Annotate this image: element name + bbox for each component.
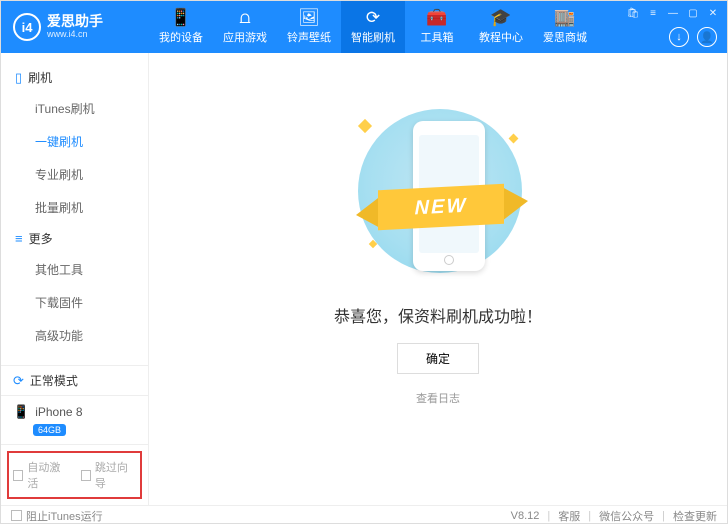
nav-label: 工具箱 (421, 29, 454, 45)
device-name-label: iPhone 8 (35, 405, 82, 419)
nav-label: 智能刷机 (351, 29, 395, 45)
nav-icon: ⟳ (366, 9, 380, 26)
nav-label: 爱思商城 (543, 29, 587, 45)
success-message: 恭喜您，保资料刷机成功啦！ (334, 303, 542, 327)
sidebar-item[interactable]: 批量刷机 (1, 191, 148, 224)
wechat-link[interactable]: 微信公众号 (599, 508, 654, 524)
sidebar-item[interactable]: 下载固件 (1, 286, 148, 319)
checkbox-label: 自动激活 (27, 459, 68, 491)
nav-icon: 🎓 (490, 9, 511, 26)
sidebar-item[interactable]: 专业刷机 (1, 158, 148, 191)
device-info[interactable]: 📱 iPhone 8 64GB (1, 396, 148, 445)
support-link[interactable]: 客服 (558, 508, 580, 524)
refresh-icon: ⟳ (13, 373, 24, 389)
nav-label: 我的设备 (159, 29, 203, 45)
sidebar-item[interactable]: 高级功能 (1, 319, 148, 352)
maximize-icon[interactable]: ▢ (687, 7, 699, 19)
skip-wizard-checkbox[interactable]: 跳过向导 (81, 459, 137, 491)
app-name: 爱思助手 (47, 14, 103, 29)
sidebar-item[interactable]: 一键刷机 (1, 125, 148, 158)
app-logo: i4 爱思助手 www.i4.cn (1, 13, 149, 41)
list-icon: ≡ (15, 231, 23, 246)
nav-label: 教程中心 (479, 29, 523, 45)
checkbox-label: 跳过向导 (95, 459, 136, 491)
mode-label: 正常模式 (30, 372, 78, 389)
sidebar-section-flash: ▯ 刷机 (1, 63, 148, 92)
menu-icon[interactable]: ≡ (647, 7, 659, 19)
sidebar-item[interactable]: iTunes刷机 (1, 92, 148, 125)
new-ribbon: NEW (354, 187, 534, 233)
sidebar-section-label: 刷机 (28, 69, 52, 86)
app-header: i4 爱思助手 www.i4.cn 📱 我的设备 ⩍ 应用游戏 🖼 铃声壁纸 ⟳ 智能刷机 🧰 工… (1, 1, 727, 53)
nav-icon: 📱 (170, 9, 191, 26)
main-nav: 📱 我的设备 ⩍ 应用游戏 🖼 铃声壁纸 ⟳ 智能刷机 🧰 工具箱 🎓 教程中心 🏬 爱思商城 (149, 1, 597, 53)
nav-item-1[interactable]: ⩍ 应用游戏 (213, 1, 277, 53)
phone-icon: ▯ (15, 70, 22, 86)
sidebar-item[interactable]: 其他工具 (1, 253, 148, 286)
nav-item-0[interactable]: 📱 我的设备 (149, 1, 213, 53)
nav-icon: 🧰 (426, 9, 447, 26)
status-bar: 阻止iTunes运行 V8.12 | 客服 | 微信公众号 | 检查更新 (1, 505, 727, 525)
app-body: ▯ 刷机 iTunes刷机一键刷机专业刷机批量刷机 ≡ 更多 其他工具下载固件高… (1, 53, 727, 505)
version-label: V8.12 (511, 510, 540, 522)
ok-button[interactable]: 确定 (397, 343, 479, 374)
nav-item-2[interactable]: 🖼 铃声壁纸 (277, 1, 341, 53)
ribbon-label: NEW (378, 184, 504, 231)
minimize-icon[interactable]: — (667, 7, 679, 19)
update-link[interactable]: 检查更新 (673, 508, 717, 524)
nav-label: 应用游戏 (223, 29, 267, 45)
sidebar-section-label: 更多 (29, 230, 53, 247)
checkbox-label: 阻止iTunes运行 (26, 508, 103, 524)
success-illustration: NEW (328, 91, 548, 291)
view-log-link[interactable]: 查看日志 (416, 390, 460, 406)
app-url: www.i4.cn (47, 30, 103, 40)
nav-icon: 🏬 (554, 9, 575, 26)
block-itunes-checkbox[interactable]: 阻止iTunes运行 (11, 508, 103, 524)
sidebar: ▯ 刷机 iTunes刷机一键刷机专业刷机批量刷机 ≡ 更多 其他工具下载固件高… (1, 53, 149, 505)
checkbox-icon (11, 510, 22, 521)
auto-activate-checkbox[interactable]: 自动激活 (13, 459, 69, 491)
logo-icon: i4 (13, 13, 41, 41)
nav-icon: 🖼 (298, 9, 320, 26)
sidebar-section-more: ≡ 更多 (1, 224, 148, 253)
checkbox-icon (13, 470, 23, 481)
download-icon[interactable]: ↓ (669, 27, 689, 47)
device-icon: 📱 (13, 404, 29, 420)
highlighted-options: 自动激活 跳过向导 (7, 451, 142, 499)
checkbox-icon (81, 470, 91, 481)
nav-label: 铃声壁纸 (287, 29, 331, 45)
user-icon[interactable]: 👤 (697, 27, 717, 47)
main-content: NEW 恭喜您，保资料刷机成功啦！ 确定 查看日志 (149, 53, 727, 505)
nav-item-6[interactable]: 🏬 爱思商城 (533, 1, 597, 53)
window-controls: 🛍 ≡ — ▢ ✕ (627, 7, 719, 19)
nav-icon: ⩍ (239, 9, 250, 26)
storage-badge: 64GB (33, 424, 66, 436)
close-icon[interactable]: ✕ (707, 7, 719, 19)
nav-item-3[interactable]: ⟳ 智能刷机 (341, 1, 405, 53)
nav-item-4[interactable]: 🧰 工具箱 (405, 1, 469, 53)
cart-icon[interactable]: 🛍 (627, 7, 639, 19)
nav-item-5[interactable]: 🎓 教程中心 (469, 1, 533, 53)
mode-status[interactable]: ⟳ 正常模式 (1, 365, 148, 396)
